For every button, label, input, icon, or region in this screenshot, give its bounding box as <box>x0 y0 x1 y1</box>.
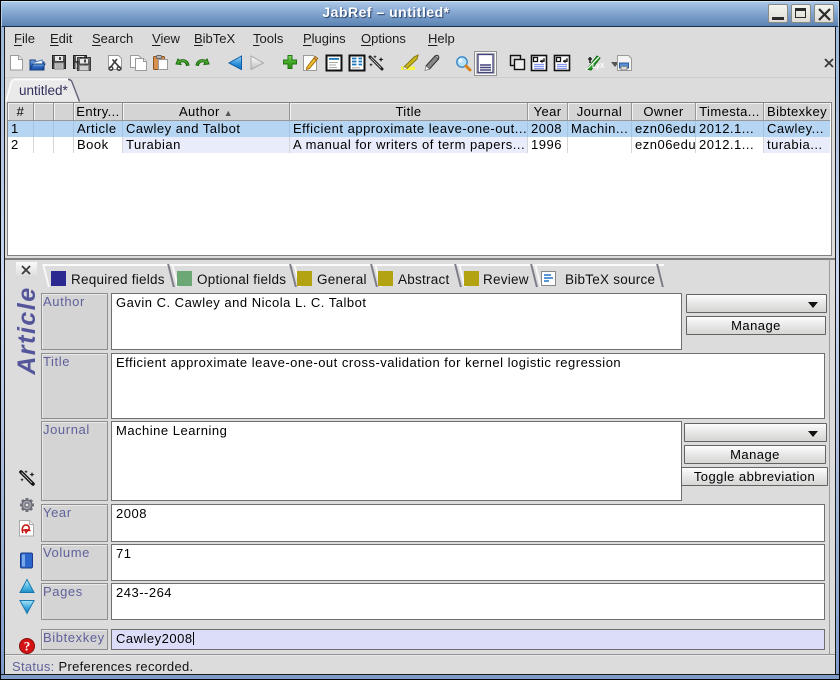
svg-text:?: ? <box>24 639 31 654</box>
svg-text:LyX: LyX <box>592 63 605 70</box>
